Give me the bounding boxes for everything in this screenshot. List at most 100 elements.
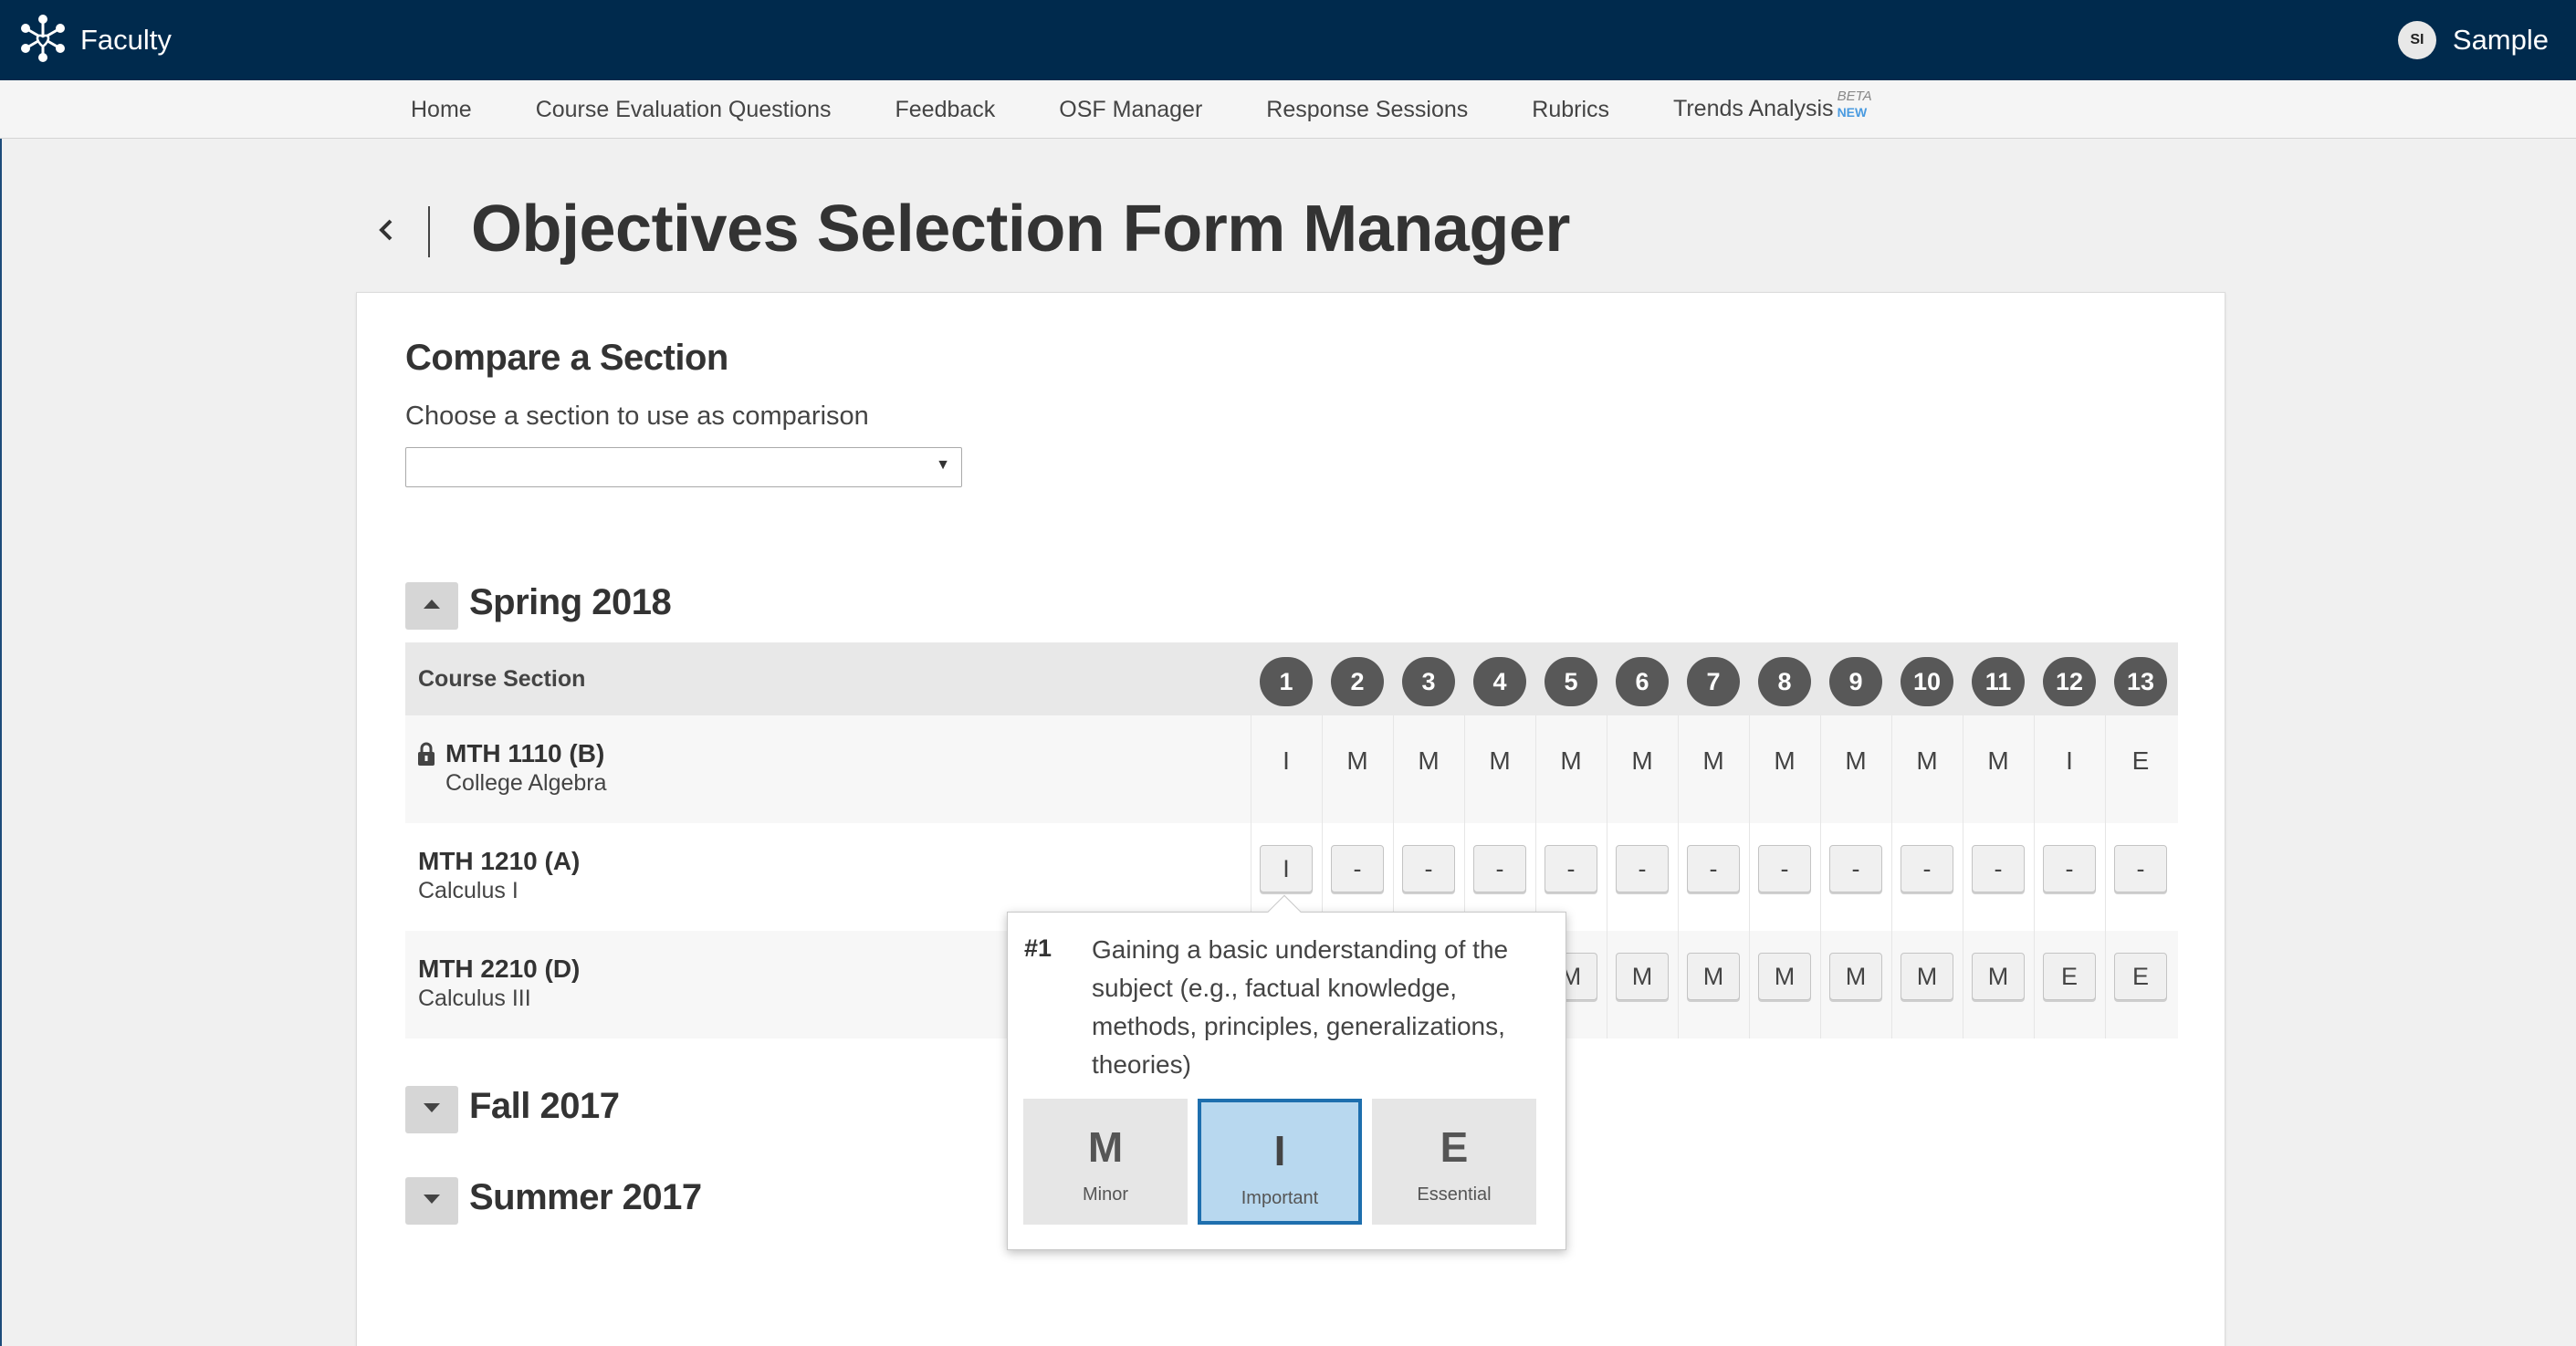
term-title-fall-2017: Fall 2017 [469,1086,620,1126]
top-bar: Faculty SI Sample [0,0,2576,80]
compare-description: Choose a section to use as comparison [405,402,869,431]
objective-select-button[interactable]: - [1545,845,1597,892]
objective-value: E [2131,746,2150,775]
objective-select-button[interactable]: M [1972,953,2025,1000]
objective-select-button[interactable]: - [1829,845,1882,892]
brand-name: Faculty [80,24,172,56]
objective-description: Gaining a basic understanding of the sub… [1092,935,1509,1079]
objective-select-button[interactable]: - [1901,845,1953,892]
option-letter: E [1440,1123,1469,1171]
objective-number[interactable]: 5 [1545,657,1597,706]
user-menu[interactable]: SI Sample [2397,18,2549,62]
objective-number[interactable]: 2 [1331,657,1384,706]
objective-number-label: #1 [1024,934,1052,962]
objective-select-button[interactable]: - [2114,845,2167,892]
objective-select-button[interactable]: E [2114,953,2167,1000]
option-essential-button[interactable]: E Essential [1372,1099,1536,1225]
title-divider [428,206,430,257]
back-button[interactable] [370,212,403,252]
nav-item-response-sessions[interactable]: Response Sessions [1266,97,1468,123]
new-badge: NEW [1837,105,1868,120]
dropdown-arrow-icon: ▼ [936,457,950,473]
lock-icon [416,741,436,767]
chevron-left-icon [377,217,395,247]
nav-item-rubrics[interactable]: Rubrics [1532,97,1609,123]
nav-item-trends-analysis[interactable]: Trends Analysis BETA NEW [1673,89,1878,123]
objective-popover: #1 Gaining a basic understanding of the … [1007,912,1566,1250]
objective-select-button[interactable]: E [2043,953,2096,1000]
objective-number[interactable]: 4 [1473,657,1526,706]
objective-select-button[interactable]: - [1687,845,1740,892]
column-header-course-section: Course Section [418,666,586,692]
option-important-button[interactable]: I Important [1198,1099,1362,1225]
brand[interactable]: Faculty [16,12,172,69]
option-minor-button[interactable]: M Minor [1023,1099,1188,1225]
compare-section-select[interactable]: ▼ [405,447,962,487]
main-nav: Home Course Evaluation Questions Feedbac… [0,80,2576,139]
nav-item-feedback[interactable]: Feedback [895,97,995,123]
objective-value: M [1845,746,1867,775]
option-letter: I [1273,1127,1286,1174]
caret-up-icon [423,598,441,614]
nav-item-osf-manager[interactable]: OSF Manager [1059,97,1202,123]
nav-item-label: Trends Analysis [1673,96,1834,121]
objective-value: M [1631,746,1653,775]
objective-select-button[interactable]: - [1473,845,1526,892]
objective-select-button[interactable]: - [1331,845,1384,892]
objective-number[interactable]: 3 [1402,657,1455,706]
term-title-spring-2018: Spring 2018 [469,582,672,622]
objective-number[interactable]: 9 [1829,657,1882,706]
objective-number[interactable]: 7 [1687,657,1740,706]
objective-select-button[interactable]: - [2043,845,2096,892]
brand-logo-icon [16,12,69,69]
left-edge-line [0,139,2,1346]
objective-select-button[interactable]: M [1829,953,1882,1000]
objective-value: M [1916,746,1938,775]
objective-number[interactable]: 13 [2114,657,2167,706]
objective-value: M [1346,746,1368,775]
objective-number[interactable]: 6 [1616,657,1669,706]
course-code: MTH 1110 (B) [445,739,605,767]
option-label: Minor [1082,1184,1128,1205]
nav-item-home[interactable]: Home [411,97,472,123]
option-label: Important [1241,1188,1319,1208]
table-header: Course Section 1 2 3 4 5 6 7 8 9 10 11 1… [405,642,2178,715]
term-toggle-summer-2017[interactable] [405,1177,458,1225]
objective-value: M [1418,746,1440,775]
objective-number[interactable]: 12 [2043,657,2096,706]
course-name: Calculus III [418,986,531,1011]
caret-down-icon [423,1193,441,1209]
objective-select-button[interactable]: - [1402,845,1455,892]
objective-select-button[interactable]: - [1758,845,1811,892]
course-name: Calculus I [418,878,518,903]
course-code: MTH 1210 (A) [418,847,581,875]
objective-number[interactable]: 10 [1901,657,1953,706]
option-label: Essential [1417,1184,1492,1205]
compare-heading: Compare a Section [405,338,728,378]
term-title-summer-2017: Summer 2017 [469,1177,702,1217]
objective-select-button[interactable]: M [1687,953,1740,1000]
objective-select-button[interactable]: - [1616,845,1669,892]
nav-item-course-evaluation-questions[interactable]: Course Evaluation Questions [536,97,832,123]
objective-select-button[interactable]: - [1972,845,2025,892]
objective-select-button[interactable]: I [1260,845,1313,892]
objective-value: M [1560,746,1582,775]
term-toggle-spring-2018[interactable] [405,582,458,630]
objective-value: M [1774,746,1796,775]
objective-value: M [1489,746,1511,775]
objective-value: M [1702,746,1724,775]
objective-select-button[interactable]: M [1901,953,1953,1000]
objective-number[interactable]: 8 [1758,657,1811,706]
objective-select-button[interactable]: M [1616,953,1669,1000]
table-row: MTH 1110 (B) College Algebra I M M M M M… [405,715,2178,823]
avatar: SI [2397,21,2436,59]
objective-select-button[interactable]: M [1758,953,1811,1000]
term-toggle-fall-2017[interactable] [405,1086,458,1133]
option-letter: M [1087,1123,1124,1171]
user-name: Sample [2452,24,2549,56]
course-name: College Algebra [445,770,607,796]
page-title: Objectives Selection Form Manager [471,193,1570,266]
objective-number[interactable]: 11 [1972,657,2025,706]
objective-number[interactable]: 1 [1260,657,1313,706]
beta-badge: BETA [1837,89,1872,104]
